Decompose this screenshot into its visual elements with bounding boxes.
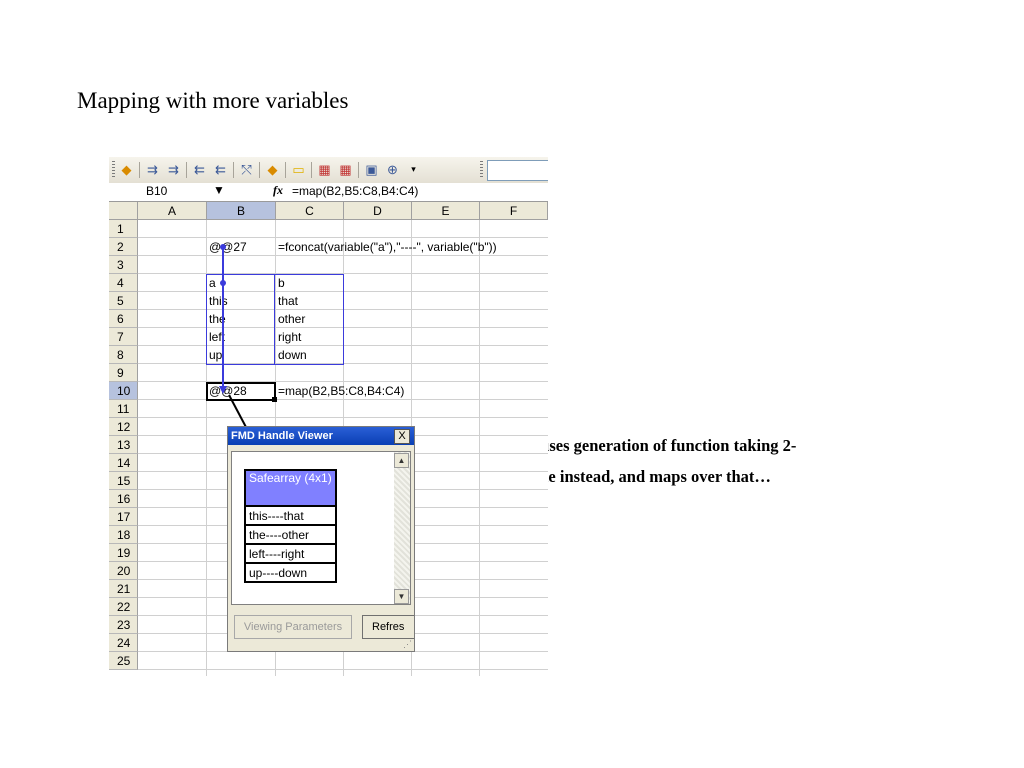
row-header[interactable]: 17 (109, 508, 138, 526)
cell-c2[interactable]: =fconcat(variable("a"),"----", variable(… (278, 238, 497, 256)
cell-b5[interactable]: this (209, 292, 228, 310)
watch-window-icon[interactable]: ▣ (363, 161, 380, 178)
formula-input[interactable]: =map(B2,B5:C8,B4:C4) (292, 184, 418, 198)
formula-bar: B10 ▼ fx =map(B2,B5:C8,B4:C4) (109, 183, 548, 202)
row-header[interactable]: 13 (109, 436, 138, 454)
toolbar: ◆ ⇉ ⇉ ⇇ ⇇ ⤲ ◆ ▭ ▦ ▦ ▣ ⊕ ▾ (109, 157, 548, 184)
name-box-dropdown-icon[interactable]: ▼ (213, 183, 225, 197)
row-header[interactable]: 11 (109, 400, 138, 418)
scroll-up-icon[interactable]: ▲ (394, 453, 409, 468)
row-header[interactable]: 4 (109, 274, 138, 292)
row-header[interactable]: 25 (109, 652, 138, 670)
safearray-item[interactable]: left----right (244, 543, 337, 564)
slide-title: Mapping with more variables (77, 88, 349, 113)
row-header[interactable]: 18 (109, 526, 138, 544)
select-all-corner[interactable] (109, 202, 138, 220)
scroll-down-icon[interactable]: ▼ (394, 589, 409, 604)
viewer-pane: Safearray (4x1) this----that the----othe… (231, 451, 411, 605)
slide-caption: Causes generation of function taking 2-t… (520, 436, 797, 486)
row-header[interactable]: 5 (109, 292, 138, 310)
close-icon[interactable]: X (394, 429, 410, 444)
cell-b4[interactable]: a (209, 274, 216, 292)
safearray-item[interactable]: this----that (244, 505, 337, 526)
remove-arrows-icon[interactable]: ⤲ (238, 161, 255, 178)
row-header[interactable]: 2 (109, 238, 138, 256)
row-header[interactable]: 20 (109, 562, 138, 580)
fmd-handle-viewer: FMD Handle Viewer X Safearray (4x1) this… (227, 426, 415, 652)
toolbar-grip-2[interactable] (480, 161, 483, 179)
row-header[interactable]: 8 (109, 346, 138, 364)
column-header-b[interactable]: B (207, 202, 276, 220)
name-box[interactable]: B10 (146, 184, 167, 198)
cell-b10[interactable]: @@28 (209, 382, 247, 400)
remove-dependents-icon[interactable]: ⇇ (212, 161, 229, 178)
cell-c8[interactable]: down (278, 346, 307, 364)
viewer-scrollbar[interactable]: ▲ ▼ (394, 452, 410, 604)
trace-error-icon[interactable]: ◆ (264, 161, 281, 178)
toolbar-field[interactable] (487, 160, 548, 181)
row-header[interactable]: 22 (109, 598, 138, 616)
resize-grip-icon[interactable]: ⋰ (403, 639, 412, 650)
trace-dependents-icon[interactable]: ⇇ (191, 161, 208, 178)
row-header[interactable]: 14 (109, 454, 138, 472)
row-header[interactable]: 6 (109, 310, 138, 328)
row-header[interactable]: 3 (109, 256, 138, 274)
row-header[interactable]: 1 (109, 220, 138, 238)
fill-handle[interactable] (272, 397, 277, 402)
cell-c7[interactable]: right (278, 328, 301, 346)
fx-icon[interactable]: fx (273, 183, 283, 198)
toolbar-options-icon[interactable]: ▾ (405, 161, 422, 178)
safearray-item[interactable]: the----other (244, 524, 337, 545)
viewer-title[interactable]: FMD Handle Viewer (228, 427, 414, 445)
cell-b7[interactable]: left (209, 328, 225, 346)
row-header[interactable]: 16 (109, 490, 138, 508)
row-header[interactable]: 19 (109, 544, 138, 562)
row-header[interactable]: 23 (109, 616, 138, 634)
comment-icon[interactable]: ▭ (290, 161, 307, 178)
refresh-button[interactable]: Refres (362, 615, 414, 639)
column-header-f[interactable]: F (480, 202, 548, 220)
column-header-c[interactable]: C (276, 202, 344, 220)
toolbar-grip[interactable] (112, 161, 115, 179)
cell-b2[interactable]: @@27 (209, 238, 247, 256)
row-header[interactable]: 7 (109, 328, 138, 346)
safearray-header[interactable]: Safearray (4x1) (244, 469, 337, 507)
row-header[interactable]: 21 (109, 580, 138, 598)
circle-invalid-icon[interactable]: ▦ (316, 161, 333, 178)
formula-diamond-icon[interactable]: ◆ (118, 161, 135, 178)
cell-c4[interactable]: b (278, 274, 285, 292)
cell-b6[interactable]: the (209, 310, 226, 328)
row-header[interactable]: 15 (109, 472, 138, 490)
remove-precedents-icon[interactable]: ⇉ (165, 161, 182, 178)
row-header[interactable]: 24 (109, 634, 138, 652)
row-header[interactable]: 10 (109, 382, 138, 400)
cell-c6[interactable]: other (278, 310, 305, 328)
viewing-parameters-button[interactable]: Viewing Parameters (234, 615, 352, 639)
trace-precedents-icon[interactable]: ⇉ (144, 161, 161, 178)
spreadsheet-screenshot: ◆ ⇉ ⇉ ⇇ ⇇ ⤲ ◆ ▭ ▦ ▦ ▣ ⊕ ▾ B10 ▼ fx =map(… (109, 157, 548, 676)
column-header-e[interactable]: E (412, 202, 480, 220)
cell-c5[interactable]: that (278, 292, 298, 310)
evaluate-formula-icon[interactable]: ⊕ (384, 161, 401, 178)
column-header-d[interactable]: D (344, 202, 412, 220)
row-header[interactable]: 12 (109, 418, 138, 436)
column-header-a[interactable]: A (138, 202, 207, 220)
cell-c10[interactable]: =map(B2,B5:C8,B4:C4) (278, 382, 404, 400)
cell-b8[interactable]: up (209, 346, 222, 364)
clear-validation-icon[interactable]: ▦ (337, 161, 354, 178)
row-header[interactable]: 9 (109, 364, 138, 382)
safearray-item[interactable]: up----down (244, 562, 337, 583)
safearray-table: Safearray (4x1) this----that the----othe… (244, 469, 337, 583)
